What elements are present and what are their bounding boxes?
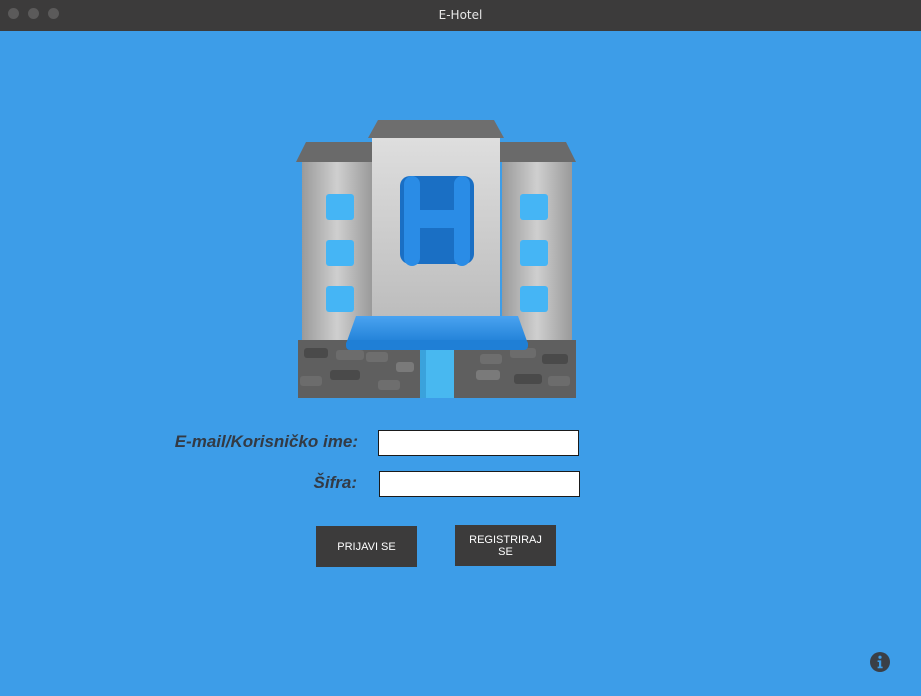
password-label: Šifra:: [313, 473, 357, 492]
app-window: E-Hotel E-mail/Korisničko ime: Šifra: PR…: [0, 0, 921, 696]
window-title: E-Hotel: [438, 8, 483, 22]
title-bar: E-Hotel: [0, 0, 921, 31]
email-username-input[interactable]: [378, 430, 579, 456]
password-input[interactable]: [379, 471, 580, 497]
hotel-building-icon: [296, 120, 576, 398]
register-button[interactable]: REGISTRIRAJ SE: [455, 525, 556, 566]
info-icon[interactable]: [870, 652, 890, 672]
login-button[interactable]: PRIJAVI SE: [316, 526, 417, 567]
email-username-label: E-mail/Korisničko ime:: [174, 432, 358, 451]
